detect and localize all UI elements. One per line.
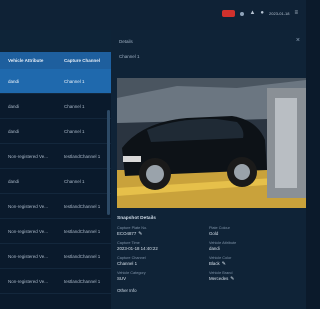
- cell-vehicle-attribute: Non-registered Ve...: [8, 228, 49, 234]
- detail-field-value-row: Channel 1: [117, 261, 209, 267]
- cell-capture-channel: testlandChannel 1: [64, 253, 101, 259]
- table-row[interactable]: dandi Channel 1: [0, 119, 111, 144]
- detail-field: Vehicle Attribute dandi: [209, 241, 301, 252]
- cell-capture-channel: testlandChannel 1: [64, 278, 101, 284]
- cell-vehicle-attribute: Non-registered Ve...: [8, 203, 49, 209]
- detail-field-value: 2023-01-18 14:40:22: [117, 246, 158, 251]
- top-bar: ▲ ● 2023-01-18 ≡: [0, 0, 306, 30]
- cell-vehicle-attribute: dandi: [8, 178, 20, 184]
- detail-field: Vehicle Color Black ✎: [209, 256, 301, 267]
- detail-field-value: ECO4877: [117, 231, 137, 236]
- other-info-title: Other Info: [117, 288, 137, 293]
- snapshot-details: Snapshot Details Capture Plate No. ECO487…: [117, 216, 306, 293]
- snapshot-image[interactable]: [117, 78, 306, 208]
- record-list-panel: Vehicle Attribute Capture Channel dandi C…: [0, 30, 111, 309]
- user-icon[interactable]: ●: [260, 10, 264, 17]
- column-capture-channel[interactable]: Capture Channel: [64, 58, 100, 63]
- detail-field-value: Black: [209, 261, 220, 266]
- detail-field-value: Gold: [209, 231, 219, 236]
- close-icon[interactable]: ×: [296, 37, 300, 44]
- detail-field: Capture Plate No. ECO4877 ✎: [117, 226, 209, 237]
- alert-badge[interactable]: [222, 10, 236, 17]
- cell-capture-channel: Channel 1: [64, 178, 85, 184]
- detail-field-value-row: SUV: [117, 276, 209, 282]
- scrollbar[interactable]: [107, 110, 110, 215]
- detail-field-value: dandi: [209, 246, 220, 251]
- cell-capture-channel: testlandChannel 1: [64, 228, 101, 234]
- detail-field: Vehicle Brand Mercedes ✎: [209, 271, 301, 282]
- bell-icon[interactable]: ▲: [249, 10, 255, 17]
- table-row[interactable]: Non-registered Ve... testlandChannel 1: [0, 144, 111, 169]
- edit-pencil-icon[interactable]: ✎: [222, 261, 226, 267]
- cell-capture-channel: Channel 1: [64, 103, 85, 109]
- table-row[interactable]: Non-registered Ve... testlandChannel 1: [0, 244, 111, 269]
- detail-field-value-row: Black ✎: [209, 261, 301, 267]
- cell-capture-channel: Channel 1: [64, 128, 85, 134]
- detail-field-value-row: 2023-01-18 14:40:22: [117, 246, 209, 252]
- record-list-toolbar: [0, 30, 111, 52]
- cell-capture-channel: Channel 1: [64, 78, 85, 84]
- cell-vehicle-attribute: Non-registered Ve...: [8, 253, 49, 259]
- table-row[interactable]: Non-registered Ve... testlandChannel 1: [0, 194, 111, 219]
- detail-field: Plate Colour Gold: [209, 226, 301, 237]
- detail-field: Vehicle Category SUV: [117, 271, 209, 282]
- status-dot-icon: [240, 11, 245, 16]
- cell-capture-channel: testlandChannel 1: [64, 203, 101, 209]
- column-vehicle-attribute[interactable]: Vehicle Attribute: [8, 58, 64, 63]
- time-text: 2023-01-18: [269, 11, 290, 16]
- cell-vehicle-attribute: Non-registered Ve...: [8, 278, 49, 284]
- detail-field-value: Channel 1: [117, 261, 138, 266]
- snapshot-details-title: Snapshot Details: [117, 216, 156, 221]
- cell-vehicle-attribute: dandi: [8, 78, 20, 84]
- detail-field-value-row: Mercedes ✎: [209, 276, 301, 282]
- table-row[interactable]: dandi Channel 1: [0, 69, 111, 94]
- detail-field: Capture Channel Channel 1: [117, 256, 209, 267]
- cell-vehicle-attribute: dandi: [8, 103, 20, 109]
- table-row[interactable]: Non-registered Ve... testlandChannel 1: [0, 269, 111, 294]
- top-bar-icons: ▲ ● 2023-01-18 ≡: [222, 10, 298, 17]
- cell-capture-channel: testlandChannel 1: [64, 153, 101, 159]
- detail-field-value-row: dandi: [209, 246, 301, 252]
- details-panel: Details × Channel 1 Snapshot Details Cap…: [111, 30, 306, 309]
- detail-field: Capture Time 2023-01-18 14:40:22: [117, 241, 209, 252]
- record-list-header: Vehicle Attribute Capture Channel: [0, 52, 111, 69]
- cell-vehicle-attribute: Non-registered Ve...: [8, 153, 49, 159]
- detail-field-value: Mercedes: [209, 276, 229, 281]
- details-channel: Channel 1: [119, 54, 140, 59]
- table-row[interactable]: Non-registered Ve... testlandChannel 1: [0, 219, 111, 244]
- edit-pencil-icon[interactable]: ✎: [138, 231, 142, 237]
- car-photo: [117, 78, 306, 208]
- menu-icon[interactable]: ≡: [294, 10, 298, 17]
- details-title: Details: [119, 39, 133, 44]
- detail-field-value: SUV: [117, 276, 127, 281]
- cell-vehicle-attribute: dandi: [8, 128, 20, 134]
- edit-pencil-icon[interactable]: ✎: [230, 276, 234, 282]
- table-row[interactable]: dandi Channel 1: [0, 94, 111, 119]
- detail-field-value-row: Gold: [209, 231, 301, 237]
- detail-field-value-row: ECO4877 ✎: [117, 231, 209, 237]
- table-row[interactable]: dandi Channel 1: [0, 169, 111, 194]
